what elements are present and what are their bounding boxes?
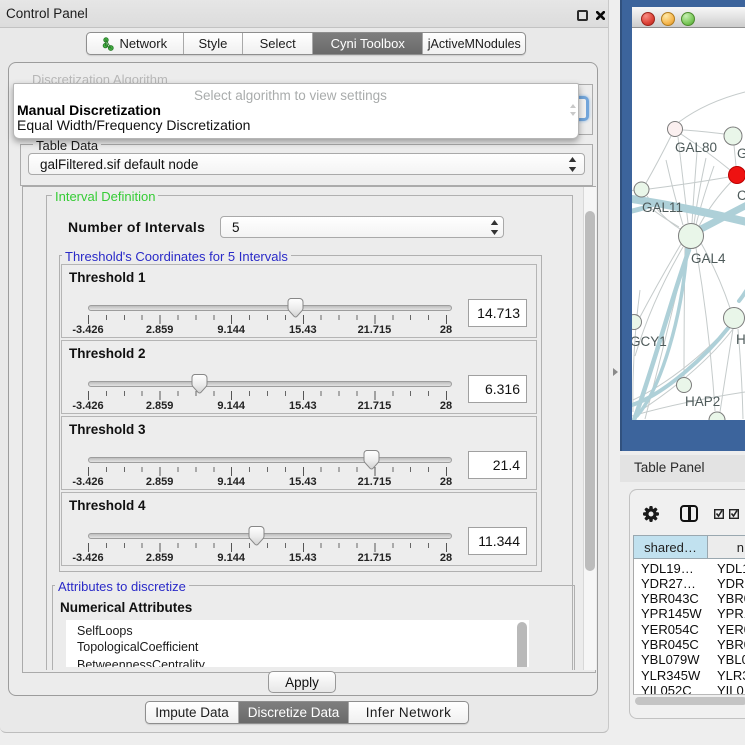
svg-text:GA: GA bbox=[737, 146, 745, 161]
svg-text:GAL11: GAL11 bbox=[642, 200, 683, 215]
svg-text:GAL4: GAL4 bbox=[691, 251, 726, 266]
svg-text:H: H bbox=[736, 332, 745, 347]
svg-text:GAL80: GAL80 bbox=[675, 140, 717, 155]
svg-text:HAP2: HAP2 bbox=[685, 394, 720, 409]
svg-text:C: C bbox=[737, 188, 745, 203]
svg-text:GCY1: GCY1 bbox=[632, 334, 667, 349]
